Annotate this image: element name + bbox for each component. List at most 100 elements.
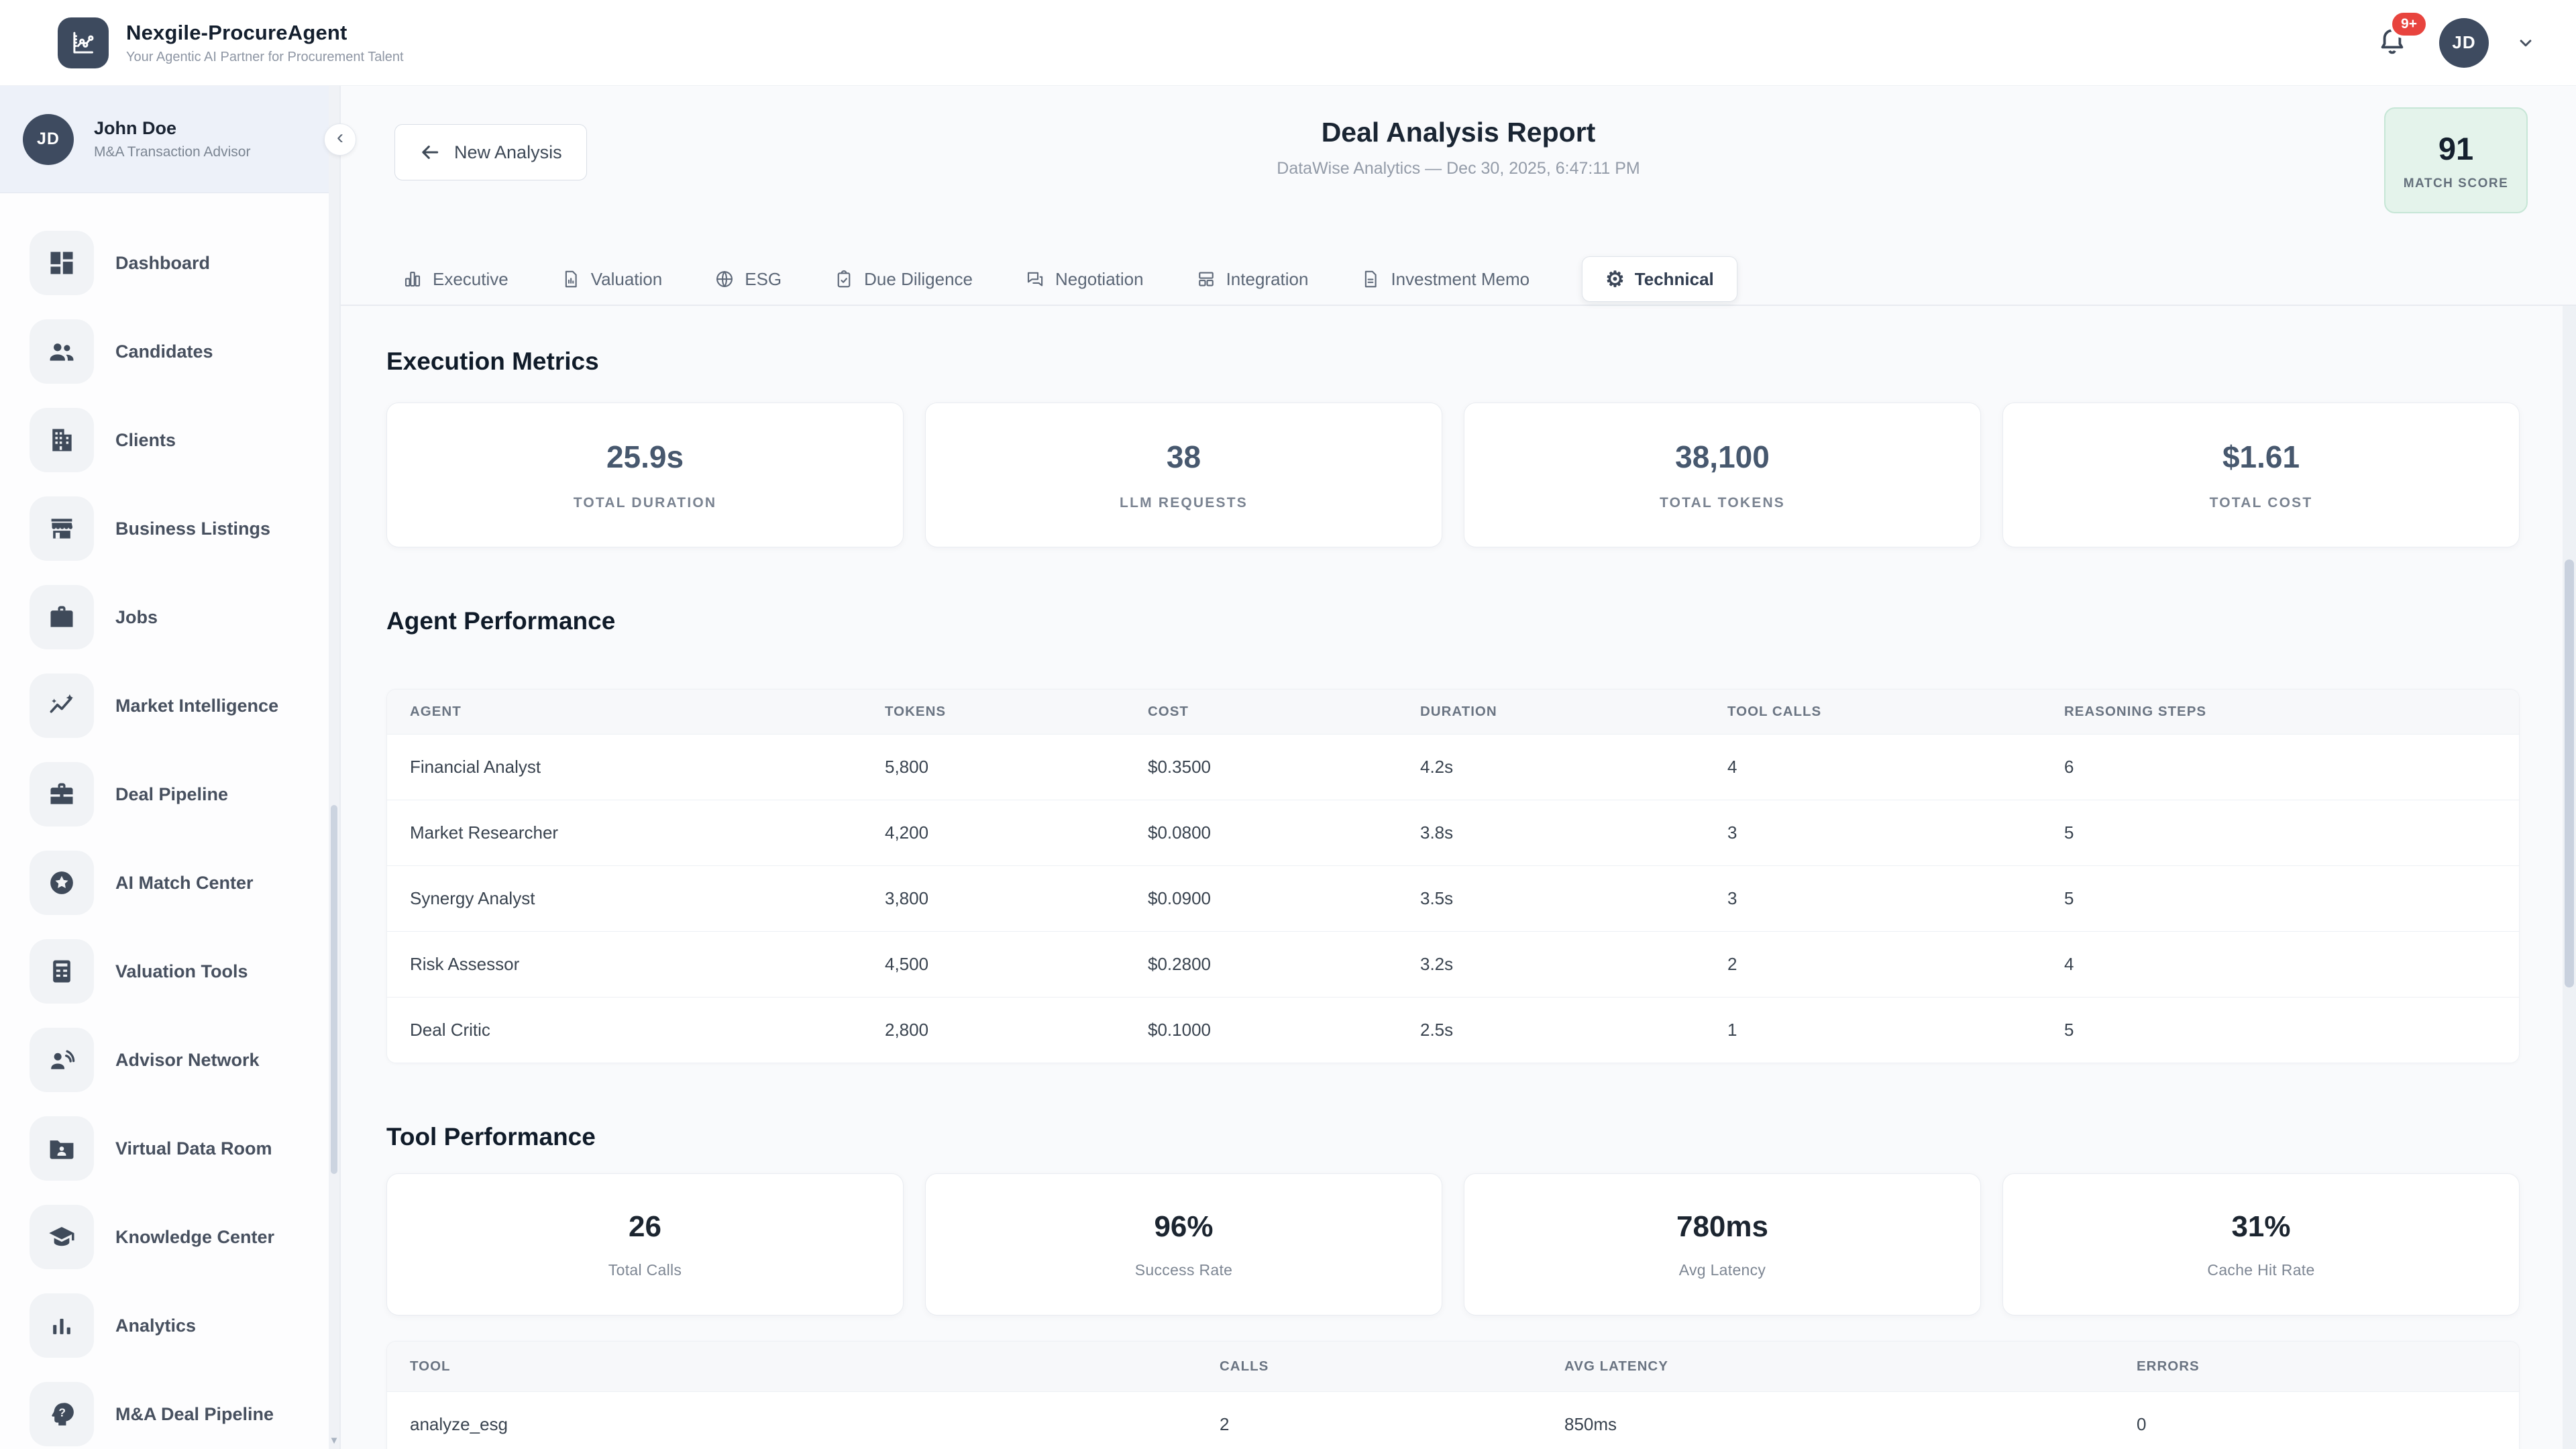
tab-executive[interactable]: Executive <box>402 269 508 290</box>
app-root: Nexgile-ProcureAgent Your Agentic AI Par… <box>0 0 2576 1449</box>
sidebar-item-virtual-data-room[interactable]: Virtual Data Room <box>30 1116 339 1181</box>
sidebar-item-label: AI Match Center <box>115 873 254 894</box>
cell-duration: 3.5s <box>1420 888 1727 909</box>
tab-valuation[interactable]: Valuation <box>561 269 663 290</box>
table-row: Financial Analyst 5,800 $0.3500 4.2s 4 6 <box>387 734 2519 800</box>
sidebar-item-dashboard[interactable]: Dashboard <box>30 231 339 295</box>
metric-label: Success Rate <box>1135 1261 1233 1279</box>
table-header-row: TOOL CALLS AVG LATENCY ERRORS <box>387 1342 2519 1391</box>
cell-tool-calls: 2 <box>1727 954 2064 975</box>
cell-tokens: 2,800 <box>885 1020 1148 1040</box>
page-subtitle: DataWise Analytics — Dec 30, 2025, 6:47:… <box>1277 159 1640 178</box>
notifications-button[interactable]: 9+ <box>2372 21 2412 64</box>
cell-tokens: 5,800 <box>885 757 1148 777</box>
sidebar-nav: Dashboard Candidates Clients <box>0 193 339 1446</box>
agent-performance-heading: Agent Performance <box>386 607 2520 635</box>
sidebar-collapse-button[interactable]: ‹ <box>324 123 356 156</box>
main-scrollbar-track[interactable] <box>2563 306 2576 1449</box>
metric-card-total-tokens: 38,100 TOTAL TOKENS <box>1464 402 1981 547</box>
sidebar-item-analytics[interactable]: Analytics <box>30 1293 339 1358</box>
match-score-label: MATCH SCORE <box>2404 176 2509 191</box>
brand: Nexgile-ProcureAgent Your Agentic AI Par… <box>58 17 404 68</box>
globe-icon <box>714 269 735 289</box>
clipboard-check-icon <box>834 269 854 289</box>
tab-technical[interactable]: ⚙ Technical <box>1582 256 1737 302</box>
sidebar-item-ma-deal-pipeline[interactable]: ? M&A Deal Pipeline <box>30 1382 339 1446</box>
column-header: AGENT <box>387 704 885 720</box>
sidebar-item-advisor-network[interactable]: Advisor Network <box>30 1028 339 1092</box>
sidebar-item-label: Valuation Tools <box>115 961 248 982</box>
column-header: CALLS <box>1220 1358 1564 1375</box>
sidebar-item-label: Deal Pipeline <box>115 784 228 805</box>
tab-label: Integration <box>1226 269 1309 290</box>
storefront-icon <box>30 496 94 561</box>
dashboard-icon <box>30 231 94 295</box>
app-tagline: Your Agentic AI Partner for Procurement … <box>126 50 404 65</box>
tab-label: Negotiation <box>1055 269 1144 290</box>
tab-label: Executive <box>433 269 508 290</box>
sidebar-item-jobs[interactable]: Jobs <box>30 585 339 649</box>
user-avatar[interactable]: JD <box>2439 18 2489 68</box>
tab-label: Investment Memo <box>1391 269 1529 290</box>
cell-tokens: 3,800 <box>885 888 1148 909</box>
sidebar-scrollbar-track[interactable]: ▼ <box>329 86 339 1449</box>
cell-duration: 3.2s <box>1420 954 1727 975</box>
line-chart-icon <box>69 29 97 57</box>
metric-label: Cache Hit Rate <box>2207 1261 2314 1279</box>
sidebar: JD John Doe M&A Transaction Advisor ‹ Da… <box>0 86 341 1449</box>
table-row: Market Researcher 4,200 $0.0800 3.8s 3 5 <box>387 800 2519 865</box>
cell-duration: 2.5s <box>1420 1020 1727 1040</box>
main-scrollbar-thumb[interactable] <box>2565 559 2574 987</box>
tool-metric-cards: 26 Total Calls 96% Success Rate 780ms Av… <box>386 1173 2520 1316</box>
metric-value: $1.61 <box>2222 439 2300 475</box>
cell-duration: 3.8s <box>1420 822 1727 843</box>
sidebar-item-valuation-tools[interactable]: Valuation Tools <box>30 939 339 1004</box>
tab-due-diligence[interactable]: Due Diligence <box>834 269 973 290</box>
scroll-down-arrow-icon[interactable]: ▼ <box>329 1435 339 1446</box>
sidebar-user-avatar: JD <box>23 114 74 165</box>
cell-reasoning-steps: 4 <box>2064 954 2519 975</box>
notification-badge: 9+ <box>2390 10 2428 38</box>
sidebar-scrollbar-thumb[interactable] <box>331 805 337 1174</box>
cell-cost: $0.1000 <box>1148 1020 1420 1040</box>
people-icon <box>30 319 94 384</box>
cell-agent: Risk Assessor <box>387 954 885 975</box>
topbar-actions: 9+ JD <box>2372 18 2536 68</box>
tab-negotiation[interactable]: Negotiation <box>1025 269 1144 290</box>
star-circle-icon <box>30 851 94 915</box>
metric-label: LLM REQUESTS <box>1120 495 1248 511</box>
tab-esg[interactable]: ESG <box>714 269 782 290</box>
sidebar-item-knowledge-center[interactable]: Knowledge Center <box>30 1205 339 1269</box>
cell-tool: analyze_esg <box>387 1414 1220 1435</box>
cell-agent: Synergy Analyst <box>387 888 885 909</box>
sidebar-item-market-intelligence[interactable]: Market Intelligence <box>30 674 339 738</box>
table-header-row: AGENT TOKENS COST DURATION TOOL CALLS RE… <box>387 690 2519 734</box>
tab-integration[interactable]: Integration <box>1196 269 1309 290</box>
cell-calls: 2 <box>1220 1414 1564 1435</box>
column-header: DURATION <box>1420 704 1727 720</box>
cell-agent: Deal Critic <box>387 1020 885 1040</box>
table-row: Synergy Analyst 3,800 $0.0900 3.5s 3 5 <box>387 865 2519 931</box>
cell-reasoning-steps: 6 <box>2064 757 2519 777</box>
sidebar-item-business-listings[interactable]: Business Listings <box>30 496 339 561</box>
cell-avg-latency: 850ms <box>1564 1414 2137 1435</box>
folder-user-icon <box>30 1116 94 1181</box>
tool-performance-heading: Tool Performance <box>386 1123 2520 1151</box>
tab-label: Technical <box>1635 269 1714 290</box>
sidebar-item-ai-match-center[interactable]: AI Match Center <box>30 851 339 915</box>
back-arrow-icon <box>419 142 441 163</box>
sidebar-item-candidates[interactable]: Candidates <box>30 319 339 384</box>
chevron-down-icon[interactable] <box>2516 33 2536 53</box>
tab-investment-memo[interactable]: Investment Memo <box>1360 269 1529 290</box>
sidebar-item-label: Clients <box>115 430 176 451</box>
tab-label: Due Diligence <box>864 269 973 290</box>
metric-value: 25.9s <box>606 439 684 475</box>
sidebar-user-role: M&A Transaction Advisor <box>94 144 250 160</box>
tool-performance-table: TOOL CALLS AVG LATENCY ERRORS analyze_es… <box>386 1341 2520 1449</box>
sidebar-item-deal-pipeline[interactable]: Deal Pipeline <box>30 762 339 826</box>
metric-label: TOTAL TOKENS <box>1660 495 1785 511</box>
new-analysis-button[interactable]: New Analysis <box>394 124 587 180</box>
new-analysis-label: New Analysis <box>454 142 562 163</box>
building-icon <box>30 408 94 472</box>
sidebar-item-clients[interactable]: Clients <box>30 408 339 472</box>
